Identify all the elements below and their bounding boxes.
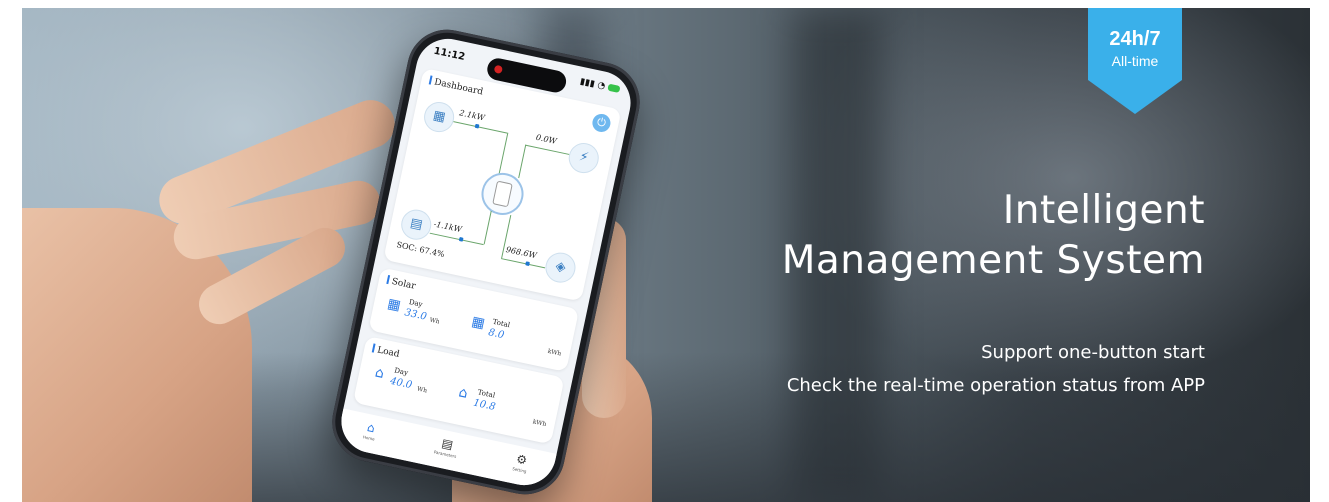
status-time: 11:12	[432, 45, 467, 64]
solar-total-unit: kWh	[547, 347, 562, 358]
power-icon: ⏻	[595, 115, 608, 130]
load-total-value: 10.8	[472, 397, 497, 413]
solar-day-icon: ▦	[385, 295, 403, 315]
load-power-value: 968.6W	[505, 244, 538, 261]
solar-title: Solar	[386, 275, 417, 292]
flow-line	[500, 258, 546, 269]
solar-power-value: 2.1kW	[458, 108, 486, 123]
grid-power-value: 0.0W	[535, 132, 558, 146]
camera-icon	[493, 64, 504, 75]
flow-dot	[525, 261, 530, 267]
subtext-line-2: Check the real-time operation status fro…	[786, 375, 1205, 396]
flow-line	[498, 132, 509, 174]
flow-line	[483, 210, 492, 245]
flow-line	[518, 144, 527, 179]
signal-icon: ▮▮▮	[579, 76, 596, 90]
tab-parameters[interactable]: ▤ Parameters	[420, 432, 473, 462]
tab-home[interactable]: ⌂ Home	[344, 416, 397, 446]
load-day-unit: Wh	[416, 385, 428, 395]
headline: Intelligent Management System	[782, 186, 1205, 286]
tab-setting[interactable]: ⚙ Setting	[495, 448, 548, 478]
solar-day-label: Day	[408, 297, 424, 309]
wifi-icon: ◔	[596, 80, 607, 92]
status-icons: ▮▮▮ ◔	[579, 77, 621, 95]
battery-icon	[607, 83, 621, 93]
flow-line	[525, 144, 570, 155]
solar-day-value: 33.0	[403, 307, 428, 323]
subtext-line-1: Support one-button start	[981, 342, 1205, 363]
battery-power-value: -1.1kW	[432, 219, 463, 235]
badge-main-text: 24h/7	[1109, 28, 1161, 50]
headline-line-1: Intelligent	[1002, 188, 1205, 233]
load-stack-icon: ◈	[542, 249, 579, 286]
flow-dot	[458, 236, 464, 242]
flow-dot	[474, 123, 480, 129]
load-day-value: 40.0	[388, 375, 414, 392]
power-button[interactable]: ⏻	[590, 112, 613, 134]
load-total-unit: kWh	[532, 418, 547, 428]
solar-total-icon: ▦	[470, 313, 487, 332]
grid-tower-icon: ⚡	[565, 140, 602, 176]
badge-sub-text: All-time	[1111, 53, 1159, 69]
solar-panel-icon: ▦	[421, 99, 457, 135]
solar-total-value: 8.0	[487, 327, 506, 342]
headline-line-2: Management System	[781, 238, 1205, 283]
flow-line	[429, 232, 484, 246]
dashboard-title: Dashboard	[428, 75, 484, 97]
load-title: Load	[371, 343, 400, 359]
availability-badge: 24h/7 All-time	[1088, 8, 1182, 114]
dashboard-card: Dashboard ⏻ ▦ 2.1kW ⚡ 0.0W ▤ -1.1kW SOC:…	[383, 67, 622, 302]
home-day-icon: ⌂	[373, 364, 386, 383]
load-day-label: Day	[393, 366, 409, 378]
flow-line	[453, 121, 508, 134]
solar-day-unit: Wh	[428, 316, 441, 326]
home-total-icon: ⌂	[457, 384, 470, 402]
battery-icon: ▤	[398, 206, 435, 243]
inverter-icon	[477, 169, 528, 219]
soc-value: SOC: 67.4%	[395, 240, 446, 260]
